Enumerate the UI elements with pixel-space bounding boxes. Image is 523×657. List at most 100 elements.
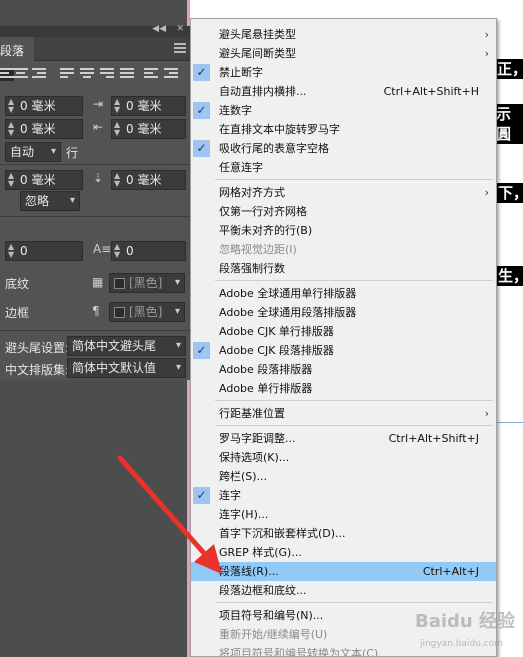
justify-right-icon[interactable]: [100, 68, 114, 81]
last-line-indent-field[interactable]: ▲ ▼ 0 毫米: [111, 119, 186, 139]
justify-left-icon[interactable]: [60, 68, 74, 81]
panel-menu-icon[interactable]: [174, 43, 186, 53]
menu-item-label: 避头尾悬挂类型: [219, 28, 296, 41]
menu-item[interactable]: 保持选项(K)...: [191, 448, 496, 467]
align-away-spine-icon[interactable]: [164, 68, 178, 81]
panel-tab-row: 段落: [0, 37, 190, 61]
menu-item-label: Adobe CJK 单行排版器: [219, 325, 334, 338]
last-line-indent-icon: ⇤: [93, 120, 104, 134]
checkmark-icon: ✓: [193, 64, 210, 81]
menu-item-label: 吸收行尾的表意字空格: [219, 142, 329, 155]
border-icon[interactable]: ¶: [92, 304, 100, 318]
menu-separator: [215, 602, 493, 603]
menu-separator: [215, 400, 493, 401]
space-after-icon: ⇣: [93, 171, 104, 185]
menu-item-label: Adobe 全球通用单行排版器: [219, 287, 357, 300]
menu-item[interactable]: ✓ 吸收行尾的表意字空格: [191, 139, 496, 158]
close-icon[interactable]: ✕: [176, 24, 184, 34]
menu-item[interactable]: 自动直排内横排... Ctrl+Alt+Shift+H: [191, 82, 496, 101]
space-after-field[interactable]: ▲ ▼ 0 毫米: [111, 170, 186, 190]
alignment-buttons: [0, 64, 190, 86]
red-arrow-annotation: [117, 455, 222, 574]
menu-item[interactable]: Adobe 全球通用单行排版器: [191, 284, 496, 303]
menu-item[interactable]: ✓ 禁止断字: [191, 63, 496, 82]
menu-item-label: 重新开始/继续编号(U): [219, 628, 328, 641]
menu-item[interactable]: 段落线(R)... Ctrl+Alt+J: [191, 562, 496, 581]
right-indent-field[interactable]: ▲ ▼ 0 毫米: [111, 96, 186, 116]
menu-item[interactable]: 罗马字距调整... Ctrl+Alt+Shift+J: [191, 429, 496, 448]
menu-separator: [215, 280, 493, 281]
align-left-icon[interactable]: [0, 68, 14, 81]
menu-item[interactable]: 避头尾间断类型 ›: [191, 44, 496, 63]
divider: [0, 330, 190, 331]
align-spine-icon[interactable]: [144, 68, 158, 81]
leading-dropdown[interactable]: 自动 ▾: [5, 142, 61, 162]
menu-item[interactable]: ✓ 连字: [191, 486, 496, 505]
menu-item[interactable]: 连字(H)...: [191, 505, 496, 524]
menu-item-label: 网格对齐方式: [219, 186, 285, 199]
checkmark-icon: ✓: [193, 140, 210, 157]
doc-text-3: 下，: [496, 183, 523, 203]
menu-item-label: 避头尾间断类型: [219, 47, 296, 60]
menu-item[interactable]: 段落强制行数: [191, 259, 496, 278]
menu-item-label: 行距基准位置: [219, 407, 285, 420]
menu-item[interactable]: 平衡未对齐的行(B): [191, 221, 496, 240]
shading-label: 底纹: [5, 277, 30, 291]
menu-item[interactable]: 避头尾悬挂类型 ›: [191, 25, 496, 44]
align-right-icon[interactable]: [32, 68, 46, 81]
drop-cap-chars-field[interactable]: ▲ ▼ 0: [111, 241, 186, 261]
left-indent-field[interactable]: ▲ ▼ 0 毫米: [5, 96, 83, 116]
divider: [0, 216, 190, 217]
menu-item[interactable]: 在直排文本中旋转罗马字: [191, 120, 496, 139]
menu-item[interactable]: Adobe CJK 单行排版器: [191, 322, 496, 341]
menu-item[interactable]: 仅第一行对齐网格: [191, 202, 496, 221]
border-color-dropdown[interactable]: [黑色] ▾: [109, 302, 185, 322]
menu-item-label: Adobe CJK 段落排版器: [219, 344, 334, 357]
drop-cap-lines-field[interactable]: ▲ ▼ 0: [5, 241, 83, 261]
menu-item[interactable]: 段落边框和底纹...: [191, 581, 496, 600]
panel-titlebar[interactable]: ◀◀ ✕: [0, 24, 190, 37]
shading-icon[interactable]: ▦: [92, 275, 103, 289]
submenu-arrow-icon: ›: [484, 186, 489, 199]
menu-item[interactable]: 行距基准位置 ›: [191, 404, 496, 423]
menu-item-label: 首字下沉和嵌套样式(D)...: [219, 527, 346, 540]
submenu-arrow-icon: ›: [484, 47, 489, 60]
leading-unit-label: 行: [66, 146, 79, 160]
menu-item[interactable]: Adobe 段落排版器: [191, 360, 496, 379]
menu-item-label: GREP 样式(G)...: [219, 546, 302, 559]
menu-item[interactable]: 跨栏(S)...: [191, 467, 496, 486]
collapse-icon[interactable]: ◀◀: [152, 24, 166, 34]
drop-cap-chars-icon: A≡: [93, 242, 112, 256]
doc-text-4: 生，: [496, 266, 523, 286]
align-to-grid-dropdown[interactable]: 忽略 ▾: [20, 191, 80, 211]
tab-paragraph[interactable]: 段落: [0, 37, 34, 61]
checkmark-icon: ✓: [193, 102, 210, 119]
doc-text-1: 正，: [495, 59, 523, 79]
mojikumi-dropdown[interactable]: 简体中文默认值 ▾: [67, 358, 186, 378]
menu-item-label: 忽略视觉边距(I): [219, 243, 297, 256]
menu-item-label: 连数字: [219, 104, 252, 117]
kinsoku-dropdown[interactable]: 简体中文避头尾 ▾: [67, 336, 186, 356]
menu-item[interactable]: ✓ Adobe CJK 段落排版器: [191, 341, 496, 360]
justify-center-icon[interactable]: [80, 68, 94, 81]
menu-item[interactable]: ✓ 连数字: [191, 101, 496, 120]
first-line-indent-field[interactable]: ▲ ▼ 0 毫米: [5, 119, 83, 139]
submenu-arrow-icon: ›: [484, 28, 489, 41]
menu-item-label: 任意连字: [219, 161, 263, 174]
menu-item-label: Adobe 单行排版器: [219, 382, 313, 395]
menu-item-label: 段落边框和底纹...: [219, 584, 307, 597]
paragraph-options-menu: 避头尾悬挂类型 › 避头尾间断类型 › ✓ 禁止断字 自动直排内横排... Ctrl+Alt+…: [190, 18, 497, 657]
align-center-icon[interactable]: [14, 68, 28, 81]
space-before-field[interactable]: ▲ ▼ 0 毫米: [5, 170, 83, 190]
menu-item[interactable]: Adobe 单行排版器: [191, 379, 496, 398]
menu-item[interactable]: 网格对齐方式 ›: [191, 183, 496, 202]
menu-item[interactable]: 任意连字: [191, 158, 496, 177]
divider: [0, 164, 190, 165]
menu-item-label: 自动直排内横排...: [219, 85, 307, 98]
menu-item[interactable]: 首字下沉和嵌套样式(D)...: [191, 524, 496, 543]
menu-item[interactable]: GREP 样式(G)...: [191, 543, 496, 562]
shading-color-dropdown[interactable]: [黑色] ▾: [109, 273, 185, 293]
justify-all-icon[interactable]: [120, 68, 134, 81]
menu-item[interactable]: Adobe 全球通用段落排版器: [191, 303, 496, 322]
menu-item: 忽略视觉边距(I): [191, 240, 496, 259]
